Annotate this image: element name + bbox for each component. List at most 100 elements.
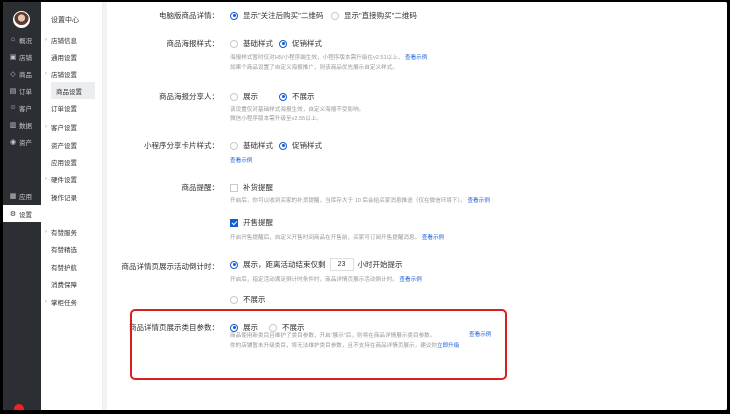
chevron-right-icon: › (45, 228, 47, 235)
group-store-info[interactable]: › 店铺信息 (41, 31, 103, 48)
sale-start-help: 开启开售提醒后，自定义开售时间商品在开售前，买家可订阅开售提醒消息。 查看示例 (230, 234, 444, 243)
group-shopkeeper-tasks[interactable]: › 掌柜任务 (41, 293, 103, 310)
poster-sharer-hide[interactable]: 不展示 (279, 91, 315, 102)
poster-style-promo[interactable]: 促销样式 (279, 38, 322, 49)
radio-unchecked[interactable] (230, 92, 238, 101)
pc-detail-option-direct[interactable]: 显示"直接购买"二维码 (331, 10, 417, 21)
nav-label: 商品 (19, 71, 32, 79)
nav-label: 店铺 (19, 54, 32, 62)
group-label: 店铺信息 (51, 37, 77, 45)
nav-item-customers[interactable]: ☺ 客户 (3, 99, 41, 116)
item-operation-log[interactable]: 操作记录 (41, 188, 103, 205)
radio-checked[interactable] (230, 11, 238, 20)
nav-label: 应用 (19, 193, 32, 201)
mini-card-example-link[interactable]: 查看示例 (230, 157, 252, 166)
group-store-settings[interactable]: › 店铺设置 (41, 65, 103, 82)
help-text: 海报样式暂时仅对H5/小程序端生效，小程序版本需升级在v2.51以上。 (230, 55, 404, 61)
group-hardware-settings[interactable]: › 硬件设置 (41, 170, 103, 187)
countdown-show[interactable]: 展示，距离活动结束仅剩 23 小时开始提示 (230, 258, 403, 271)
option-label: 基础样式 (243, 39, 273, 48)
option-label: 显示"关注后购买"二维码 (243, 11, 324, 20)
countdown-hide[interactable]: 不展示 (230, 294, 266, 305)
radio-unchecked[interactable] (230, 39, 238, 48)
radio-unchecked[interactable] (331, 11, 339, 20)
notification-dot[interactable] (14, 404, 24, 410)
nav-item-data[interactable]: ▥ 数据 (3, 116, 41, 133)
option-label: 不展示 (292, 92, 315, 101)
item-consumer-guarantee[interactable]: 消费保障 (41, 275, 103, 292)
nav-item-overview[interactable]: ⌂ 概况 (3, 31, 41, 48)
view-example-link[interactable]: 查看示例 (422, 235, 444, 241)
chevron-right-icon: › (45, 36, 47, 43)
group-label: 店铺设置 (51, 71, 77, 79)
item-order-settings[interactable]: 订单设置 (41, 99, 103, 116)
checkbox-unchecked[interactable] (230, 183, 238, 192)
option-label: 显示"直接购买"二维码 (344, 11, 417, 20)
option-label: 展示 (243, 92, 258, 101)
countdown-label: 商品详情页展示活动倒计时： (121, 262, 220, 271)
group-customer-settings[interactable]: › 客户设置 (41, 118, 103, 135)
countdown-hours-input[interactable]: 23 (329, 258, 354, 271)
option-label: 补货提醒 (243, 183, 273, 192)
group-label: 硬件设置 (51, 176, 77, 184)
item-general-settings[interactable]: 通用设置 (41, 48, 103, 65)
secondary-sidebar: 设置中心 › 店铺信息 通用设置 › 店铺设置 商品设置 订单设置 › 客户设置 资产… (41, 2, 103, 410)
option-label: 促销样式 (292, 141, 322, 150)
pc-detail-label: 电脑版商品详情： (159, 11, 219, 20)
customer-icon: ☺ (9, 104, 17, 111)
nav-item-store[interactable]: ▣ 店铺 (3, 48, 41, 65)
poster-sharer-label: 商品海报分享人： (159, 92, 219, 101)
radio-checked[interactable] (279, 92, 287, 101)
restock-reminder[interactable]: 补货提醒 (230, 182, 273, 193)
radio-unchecked[interactable] (230, 295, 238, 304)
nav-item-goods[interactable]: ◇ 商品 (3, 65, 41, 82)
store-icon: ▣ (9, 53, 17, 61)
item-youzan-select[interactable]: 有赞精选 (41, 240, 103, 257)
gear-icon: ⚙ (9, 210, 17, 218)
item-app-settings[interactable]: 应用设置 (41, 153, 103, 170)
option-label: 开售提醒 (243, 218, 273, 227)
reminder-label: 商品提醒： (181, 183, 220, 192)
radio-checked[interactable] (230, 260, 238, 269)
view-example-link[interactable]: 查看示例 (405, 55, 427, 61)
radio-checked[interactable] (279, 39, 287, 48)
view-example-link[interactable]: 查看示例 (399, 277, 421, 283)
item-asset-settings[interactable]: 资产设置 (41, 136, 103, 153)
item-goods-settings[interactable]: 商品设置 (51, 82, 95, 99)
nav-label: 订单 (19, 88, 32, 96)
avatar[interactable] (13, 11, 30, 28)
settings-center-title: 设置中心 (51, 16, 79, 24)
nav-label: 设置 (19, 211, 32, 219)
sale-start-reminder[interactable]: 开售提醒 (230, 217, 273, 228)
home-icon: ⌂ (10, 36, 16, 43)
mini-card-promo[interactable]: 促销样式 (279, 140, 322, 151)
restock-help: 开启后，你可以收到买家的补货提醒，当库存大于 10 后会给买家消息推送（仅在微信… (230, 197, 490, 206)
pc-detail-option-follow[interactable]: 显示"关注后购买"二维码 (230, 10, 323, 21)
group-label: 掌柜任务 (51, 299, 77, 307)
mini-card-basic[interactable]: 基础样式 (230, 140, 273, 151)
poster-style-label: 商品海报样式： (166, 39, 220, 48)
poster-style-help-1: 海报样式暂时仅对H5/小程序端生效，小程序版本需升级在v2.51以上。 查看示例 (230, 54, 427, 63)
option-label: 基础样式 (243, 141, 273, 150)
view-example-link[interactable]: 查看示例 (467, 198, 489, 204)
radio-checked[interactable] (279, 141, 287, 150)
poster-sharer-show[interactable]: 展示 (230, 91, 258, 102)
nav-item-assets[interactable]: ◉ 资产 (3, 133, 41, 150)
help-text: 开启后，指定活动满足倒计时条件时，商品详情页展示活动倒计时。 (230, 277, 398, 283)
admin-window: ⌂ 概况 ▣ 店铺 ◇ 商品 ▤ 订单 ☺ 客户 ▥ 数据 ◉ 资产 ▦ 应用 ⚙ 设置 设置中心… (3, 2, 727, 410)
tag-icon: ◇ (10, 70, 16, 78)
group-youzan-service[interactable]: › 有赞服务 (41, 223, 103, 240)
primary-sidebar: ⌂ 概况 ▣ 店铺 ◇ 商品 ▤ 订单 ☺ 客户 ▥ 数据 ◉ 资产 ▦ 应用 ⚙ 设置 (3, 2, 41, 410)
help-text: 开启后，你可以收到买家的补货提醒，当库存大于 10 后会给买家消息推送（仅在微信… (230, 198, 466, 204)
help-text: 开启开售提醒后，自定义开售时间商品在开售前，买家可订阅开售提醒消息。 (230, 235, 421, 241)
asset-icon: ◉ (9, 138, 17, 146)
nav-item-apps[interactable]: ▦ 应用 (3, 187, 41, 204)
checkbox-checked[interactable] (230, 218, 238, 227)
poster-style-basic[interactable]: 基础样式 (230, 38, 273, 49)
nav-item-orders[interactable]: ▤ 订单 (3, 82, 41, 99)
nav-label: 客户 (19, 105, 32, 113)
nav-item-settings[interactable]: ⚙ 设置 (3, 205, 41, 222)
radio-unchecked[interactable] (230, 141, 238, 150)
item-youzan-escort[interactable]: 有赞护航 (41, 258, 103, 275)
poster-sharer-help-2: 微信小程序版本需升级至v2.55以上。 (230, 116, 322, 122)
